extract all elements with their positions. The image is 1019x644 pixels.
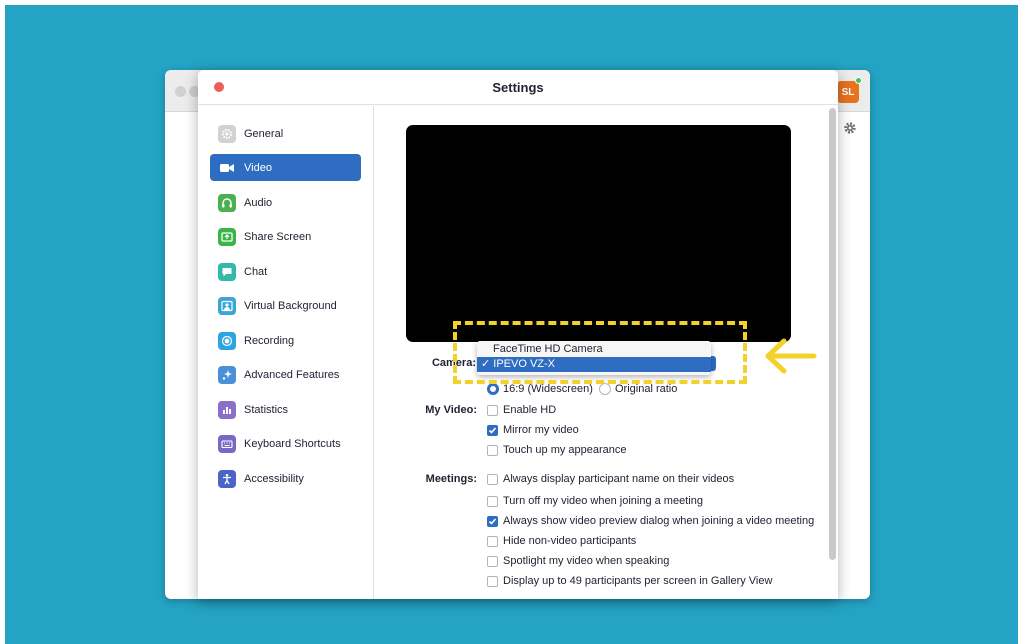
option-label: Enable HD (503, 404, 557, 416)
meeting-option[interactable]: Turn off my video when joining a meeting (487, 495, 703, 507)
sidebar-item-label: Keyboard Shortcuts (244, 437, 341, 450)
aspect-widescreen-option[interactable]: 16:9 (Widescreen) (487, 383, 593, 395)
titlebar: Settings (198, 70, 838, 105)
meeting-option[interactable]: Spotlight my video when speaking (487, 555, 669, 567)
option-label: Hide non-video participants (503, 535, 637, 547)
scrollbar[interactable] (829, 108, 836, 560)
checkbox[interactable] (487, 424, 498, 436)
option-label: Touch up my appearance (503, 444, 627, 456)
checkmark-icon (488, 426, 497, 434)
sidebar-item-general[interactable]: General (210, 120, 361, 147)
meetings-label: Meetings: (425, 473, 477, 485)
checkbox[interactable] (487, 535, 498, 547)
record-icon (218, 331, 236, 350)
highlight-box (453, 321, 747, 384)
sidebar-item-label: Share Screen (244, 230, 312, 243)
option-label: Always display participant name on their… (503, 473, 735, 485)
window-title: Settings (492, 80, 544, 95)
bar-chart-icon (218, 400, 236, 419)
checkbox[interactable] (487, 575, 498, 587)
option-label: Display up to 49 participants per screen… (503, 575, 773, 587)
presence-dot-icon (855, 77, 862, 84)
sidebar-item-label: Accessibility (244, 472, 304, 485)
checkbox[interactable] (487, 473, 498, 485)
sidebar-item-keyboard-shortcuts[interactable]: Keyboard Shortcuts (210, 430, 361, 457)
sidebar-item-chat[interactable]: Chat (210, 258, 361, 285)
checkbox[interactable] (487, 495, 498, 507)
sidebar-item-statistics[interactable]: Statistics (210, 396, 361, 423)
option-label: Turn off my video when joining a meeting (503, 495, 703, 507)
chat-bubble-icon (218, 262, 236, 281)
checkbox[interactable] (487, 515, 498, 527)
my-video-label: My Video: (425, 404, 477, 416)
meeting-option[interactable]: Always display participant name on their… (487, 473, 734, 485)
checkmark-icon (488, 517, 497, 525)
gear-icon (218, 124, 236, 143)
video-preview (406, 125, 791, 342)
checkbox[interactable] (487, 444, 498, 456)
keyboard-icon (218, 434, 236, 453)
meeting-option[interactable]: Hide non-video participants (487, 535, 636, 547)
settings-gear-icon[interactable] (843, 121, 857, 135)
aspect-original-label: Original ratio (615, 383, 678, 395)
sidebar: General Video Audio Share Screen Chat Vi… (198, 106, 374, 599)
sidebar-item-label: Advanced Features (244, 368, 340, 381)
touch-up-option[interactable]: Touch up my appearance (487, 444, 627, 456)
sidebar-item-recording[interactable]: Recording (210, 327, 361, 354)
sidebar-item-label: Statistics (244, 403, 289, 416)
aspect-widescreen-label: 16:9 (Widescreen) (503, 383, 593, 395)
sidebar-item-label: Recording (244, 334, 295, 347)
sidebar-item-virtual-background[interactable]: Virtual Background (210, 292, 361, 319)
radio-button[interactable] (487, 383, 499, 395)
background-window-light (175, 86, 186, 97)
sidebar-item-accessibility[interactable]: Accessibility (210, 465, 361, 492)
sparkle-icon (218, 365, 236, 384)
sidebar-item-audio[interactable]: Audio (210, 189, 361, 216)
sidebar-item-label: Audio (244, 196, 273, 209)
option-label: Mirror my video (503, 424, 579, 436)
sidebar-item-share-screen[interactable]: Share Screen (210, 223, 361, 250)
aspect-original-option[interactable]: Original ratio (599, 383, 677, 395)
sidebar-item-label: Video (244, 161, 272, 174)
sidebar-item-label: Virtual Background (244, 299, 337, 312)
arrow-left-icon (765, 338, 817, 374)
sidebar-item-video[interactable]: Video (210, 154, 361, 181)
sidebar-item-label: Chat (244, 265, 268, 278)
headphones-icon (218, 193, 236, 212)
radio-button[interactable] (599, 383, 611, 395)
person-portrait-icon (218, 296, 236, 315)
mirror-video-option[interactable]: Mirror my video (487, 424, 579, 436)
meeting-option[interactable]: Always show video preview dialog when jo… (487, 515, 814, 527)
accessibility-icon (218, 469, 236, 488)
option-label: Spotlight my video when speaking (503, 555, 670, 567)
enable-hd-option[interactable]: Enable HD (487, 404, 556, 416)
share-screen-icon (218, 227, 236, 246)
checkbox[interactable] (487, 404, 498, 416)
checkbox[interactable] (487, 555, 498, 567)
option-label: Always show video preview dialog when jo… (503, 515, 815, 527)
video-camera-icon (218, 159, 236, 177)
sidebar-item-label: General (244, 127, 284, 140)
meeting-option[interactable]: Display up to 49 participants per screen… (487, 575, 772, 587)
sidebar-item-advanced-features[interactable]: Advanced Features (210, 361, 361, 388)
avatar[interactable]: SL (837, 81, 859, 103)
